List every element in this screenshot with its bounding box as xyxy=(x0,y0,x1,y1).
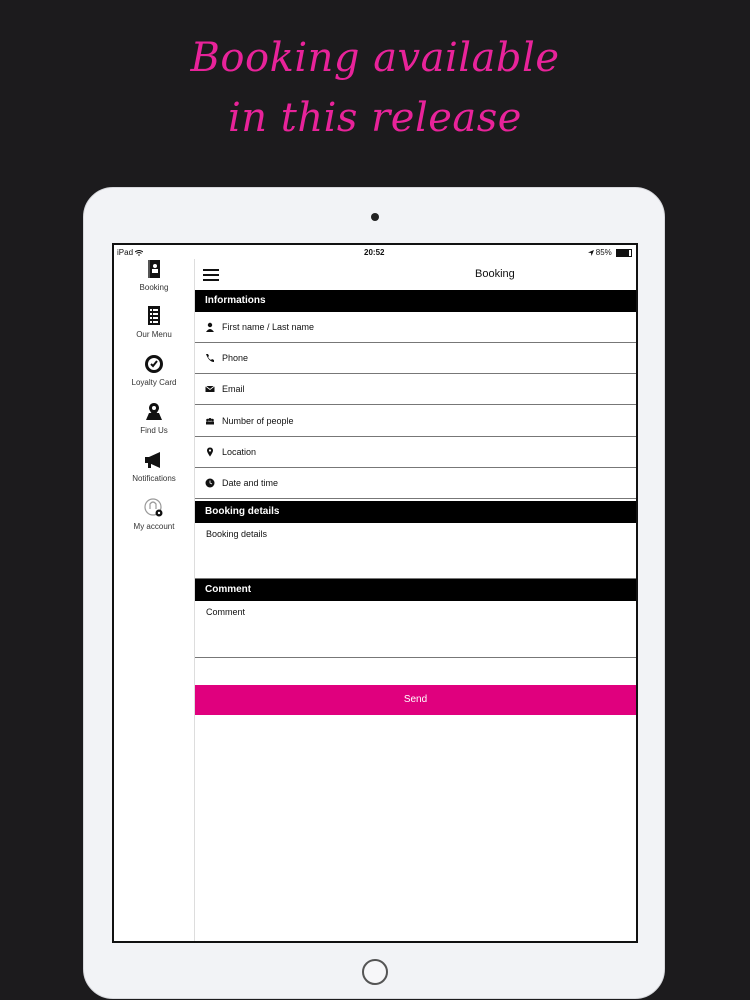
section-header-booking-details: Booking details xyxy=(195,501,636,523)
people-icon xyxy=(206,418,214,425)
textarea-placeholder: Booking details xyxy=(206,529,268,539)
field-placeholder: Date and time xyxy=(222,478,279,488)
field-placeholder: Number of people xyxy=(222,416,294,426)
booking-details-textarea[interactable]: Booking details xyxy=(195,523,636,579)
date-time-field[interactable]: Date and time xyxy=(195,468,636,499)
page-title: Booking xyxy=(475,268,515,280)
sidebar-item-label: Notifications xyxy=(132,474,176,483)
location-icon xyxy=(207,447,213,457)
sidebar-item-label: Booking xyxy=(139,283,169,292)
name-field[interactable]: First name / Last name xyxy=(195,312,636,343)
comment-textarea[interactable]: Comment xyxy=(195,601,636,658)
location-arrow-icon xyxy=(587,249,594,256)
textarea-placeholder: Comment xyxy=(206,607,246,617)
sidebar-item-notifications[interactable]: Notifications xyxy=(114,450,194,483)
field-placeholder: First name / Last name xyxy=(222,322,315,332)
sidebar-item-find-us[interactable]: Find Us xyxy=(114,402,194,435)
phone-icon xyxy=(206,354,214,362)
status-time: 20:52 xyxy=(364,248,385,257)
main-content: Booking Informations First name / Last n… xyxy=(195,259,636,941)
hamburger-menu-icon[interactable] xyxy=(203,269,219,281)
promo-line-2: in this release xyxy=(228,95,522,141)
promo-headline: Booking available in this release xyxy=(0,28,750,148)
battery-fill xyxy=(617,249,629,256)
field-placeholder: Email xyxy=(222,384,245,394)
person-icon xyxy=(206,322,214,332)
app-screen: iPad 20:52 85% Booking Our Menu Loyalty … xyxy=(112,243,638,943)
sidebar-item-loyalty-card[interactable]: Loyalty Card xyxy=(114,354,194,387)
email-field[interactable]: Email xyxy=(195,374,636,405)
section-header-comment: Comment xyxy=(195,579,636,601)
booking-icon xyxy=(148,260,160,278)
location-field[interactable]: Location xyxy=(195,437,636,468)
camera-icon xyxy=(371,213,379,221)
status-carrier: iPad xyxy=(117,248,144,257)
promo-line-1: Booking available xyxy=(190,35,560,81)
battery-percent: 85% xyxy=(595,248,612,257)
clock-icon xyxy=(205,478,215,488)
loyalty-icon xyxy=(145,355,163,373)
status-bar: iPad 20:52 85% xyxy=(114,245,636,259)
email-icon xyxy=(205,385,215,392)
sidebar-item-my-account[interactable]: My account xyxy=(114,498,194,531)
menu-icon xyxy=(148,306,160,325)
sidebar-item-label: Our Menu xyxy=(136,330,172,339)
sidebar-item-booking[interactable]: Booking xyxy=(114,259,194,292)
account-icon xyxy=(144,498,163,517)
send-button[interactable]: Send xyxy=(195,685,636,715)
sidebar-item-label: Find Us xyxy=(140,426,168,435)
sidebar-item-label: Loyalty Card xyxy=(131,378,177,387)
battery-icon xyxy=(616,248,632,257)
number-of-people-field[interactable]: Number of people xyxy=(195,406,636,437)
sidebar-item-our-menu[interactable]: Our Menu xyxy=(114,306,194,339)
status-right: 85% xyxy=(587,248,632,257)
map-icon xyxy=(146,403,162,420)
phone-field[interactable]: Phone xyxy=(195,343,636,374)
section-header-informations: Informations xyxy=(195,290,636,312)
field-placeholder: Phone xyxy=(222,353,249,363)
sidebar: Booking Our Menu Loyalty Card Find Us No… xyxy=(114,259,195,941)
sidebar-item-label: My account xyxy=(133,522,175,531)
megaphone-icon xyxy=(145,452,160,468)
home-button[interactable] xyxy=(362,959,388,985)
field-placeholder: Location xyxy=(222,447,257,457)
wifi-icon xyxy=(134,249,144,256)
